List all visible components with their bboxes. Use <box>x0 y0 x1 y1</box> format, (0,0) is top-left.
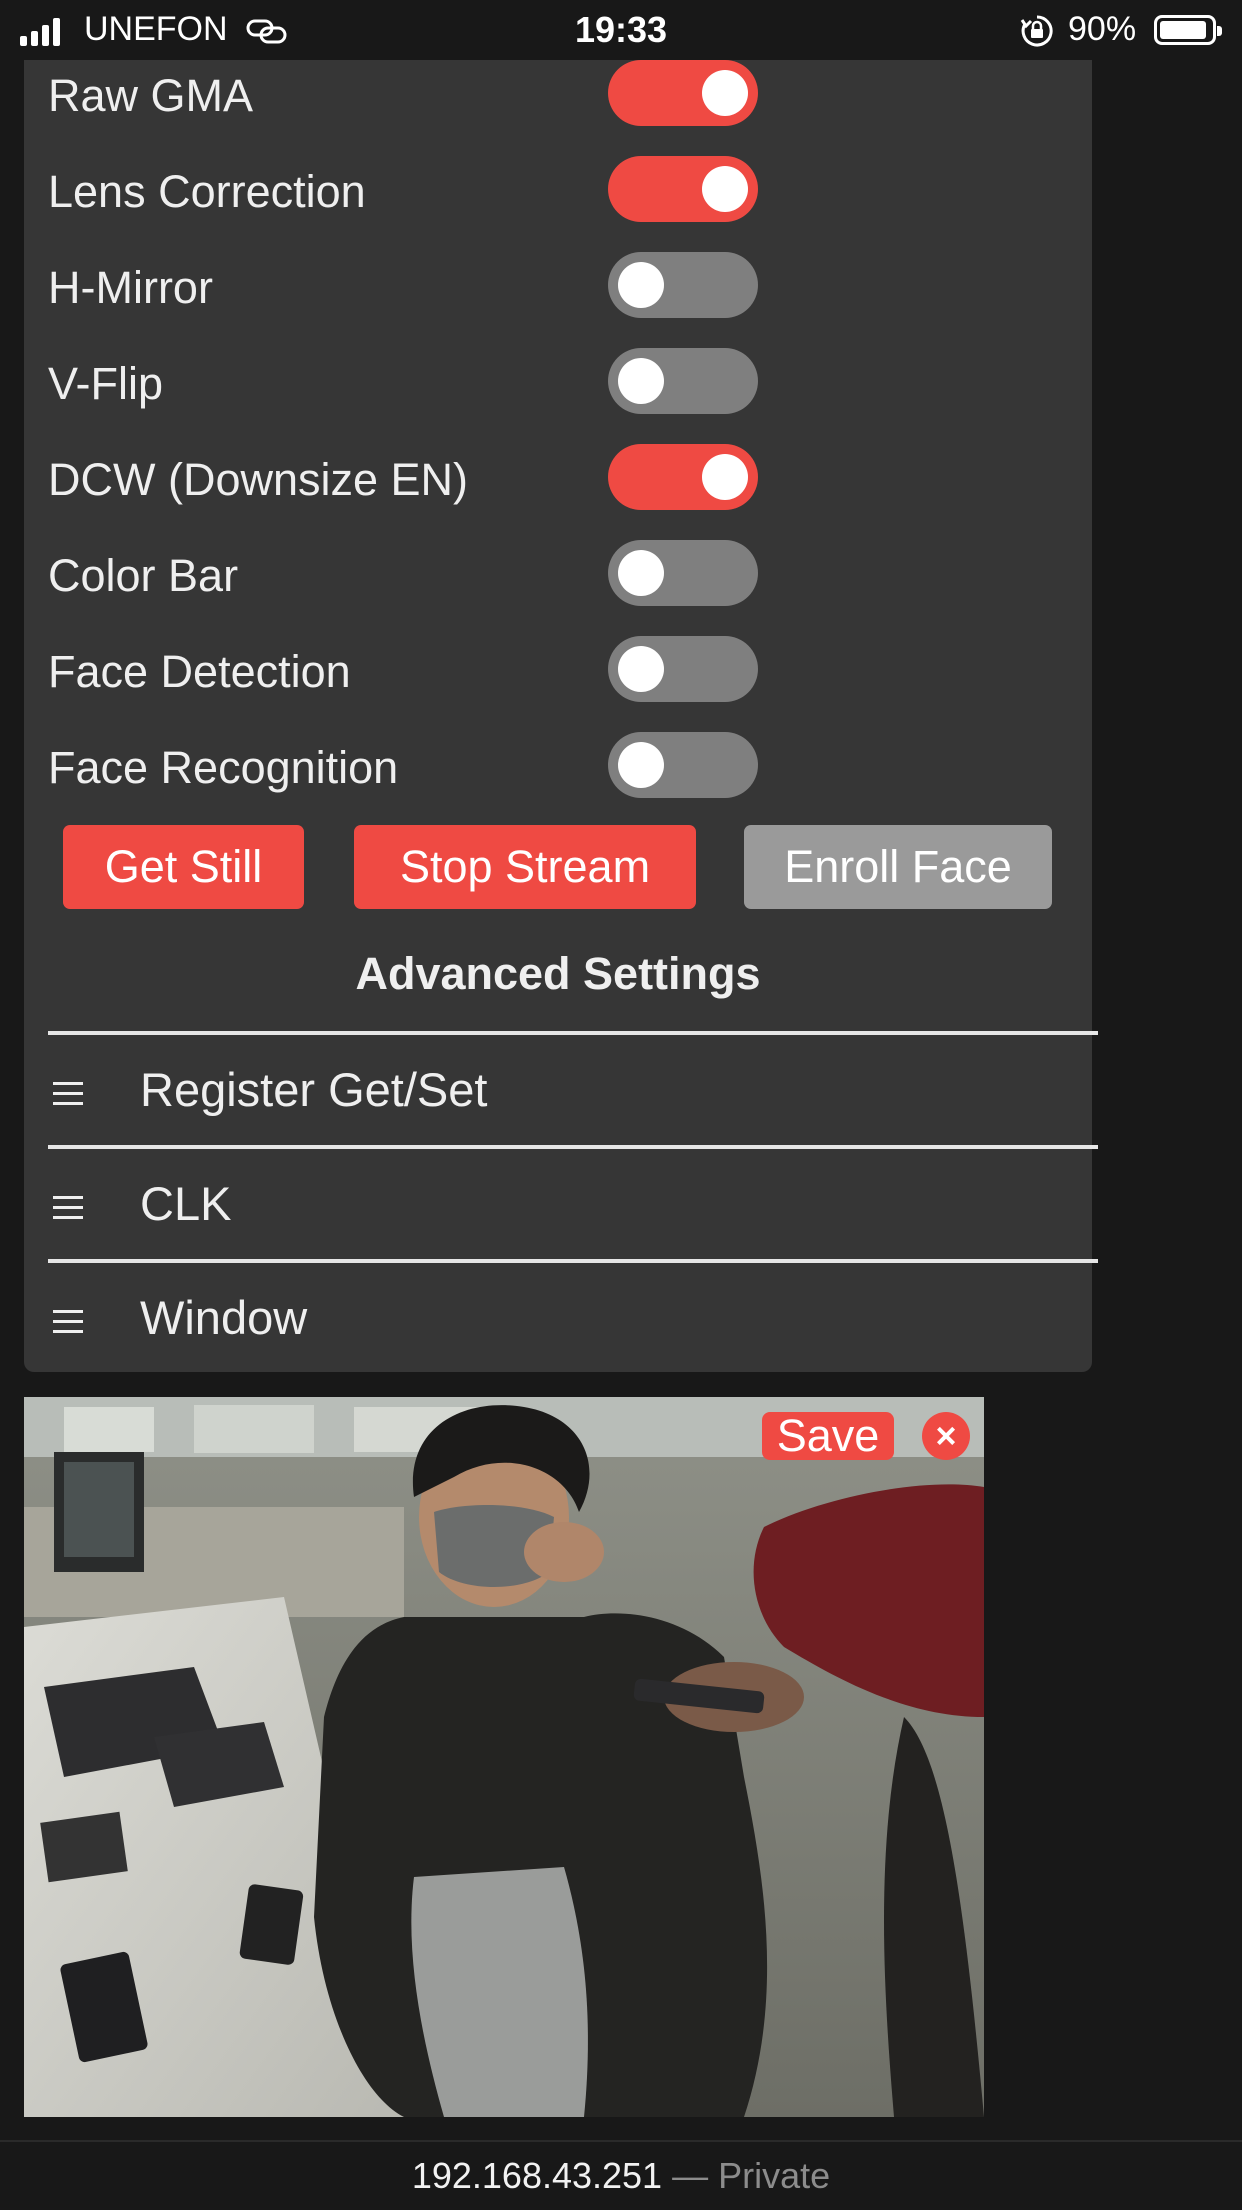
enroll-face-button[interactable]: Enroll Face <box>744 825 1052 909</box>
section-label: CLK <box>140 1177 232 1230</box>
settings-panel: Raw GMA Lens Correction H-Mirror V-Flip … <box>24 60 1098 1372</box>
status-bar: UNEFON 19:33 90% <box>0 0 1242 60</box>
toggle-label: Face Recognition <box>48 742 399 793</box>
toggle-row-lens-correction: Lens Correction <box>48 156 758 226</box>
toggle-label: Color Bar <box>48 550 239 601</box>
advanced-settings-title: Advanced Settings <box>355 948 761 999</box>
divider <box>48 1145 1098 1149</box>
toggle-row-raw-gma: Raw GMA <box>48 60 758 130</box>
clock: 19:33 <box>574 9 668 50</box>
section-register-get-set[interactable]: Register Get/Set <box>48 1050 1048 1130</box>
battery-icon <box>1154 15 1222 45</box>
toggle-row-face-detection: Face Detection <box>48 636 758 706</box>
url-host: 192.168.43.251 <box>411 2155 663 2196</box>
toggle-label: Raw GMA <box>48 70 254 121</box>
toggle-label: H-Mirror <box>48 262 213 313</box>
raw-gma-switch[interactable] <box>608 60 758 126</box>
toggle-row-v-flip: V-Flip <box>48 348 758 418</box>
camera-frame-image <box>24 1397 984 2117</box>
color-bar-switch[interactable] <box>608 540 758 606</box>
close-stream-button[interactable]: × <box>922 1412 970 1460</box>
section-clk[interactable]: CLK <box>48 1164 1048 1244</box>
url-separator: — <box>672 2155 709 2196</box>
battery-percentage: 90% <box>1068 10 1137 48</box>
save-image-button[interactable]: Save <box>762 1412 894 1460</box>
get-still-button[interactable]: Get Still <box>63 825 304 909</box>
toggle-row-face-recognition: Face Recognition <box>48 732 758 802</box>
toggle-label: Face Detection <box>48 646 351 697</box>
rotation-lock-icon <box>1020 14 1054 53</box>
private-mode-label: Private <box>718 2155 831 2196</box>
lens-correction-switch[interactable] <box>608 156 758 222</box>
h-mirror-switch[interactable] <box>608 252 758 318</box>
stop-stream-button[interactable]: Stop Stream <box>354 825 696 909</box>
toggle-row-dcw: DCW (Downsize EN) <box>48 444 758 514</box>
divider <box>48 1259 1098 1263</box>
hamburger-icon <box>53 1310 83 1334</box>
toggle-label: V-Flip <box>48 358 164 409</box>
toggle-label: DCW (Downsize EN) <box>48 454 469 505</box>
section-label: Window <box>140 1291 308 1344</box>
v-flip-switch[interactable] <box>608 348 758 414</box>
section-window[interactable]: Window <box>48 1278 1048 1358</box>
face-recognition-switch[interactable] <box>608 732 758 798</box>
toggle-label: Lens Correction <box>48 166 366 217</box>
toggle-row-h-mirror: H-Mirror <box>48 252 758 322</box>
hamburger-icon <box>53 1082 83 1106</box>
face-detection-switch[interactable] <box>608 636 758 702</box>
section-label: Register Get/Set <box>140 1063 488 1116</box>
dcw-switch[interactable] <box>608 444 758 510</box>
url-bar[interactable]: 192.168.43.251 — Private <box>0 2140 1242 2210</box>
divider <box>48 1031 1098 1035</box>
camera-stream-view: Save × <box>24 1397 984 2117</box>
toggle-row-color-bar: Color Bar <box>48 540 758 610</box>
hamburger-icon <box>53 1196 83 1220</box>
